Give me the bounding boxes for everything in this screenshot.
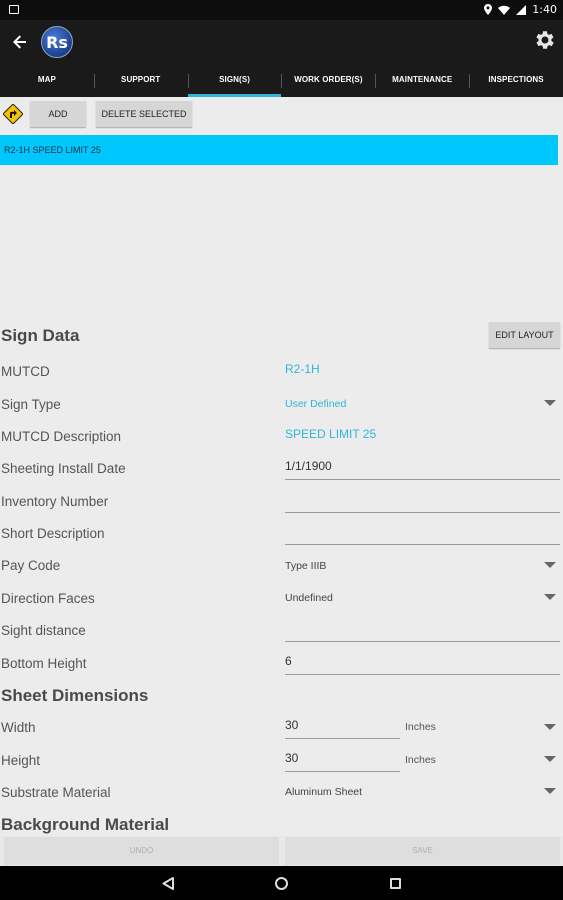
notification-image-icon bbox=[9, 5, 19, 14]
nav-back-icon[interactable] bbox=[162, 877, 174, 890]
gear-icon[interactable] bbox=[532, 28, 556, 52]
sheeting-install-date-underline bbox=[285, 479, 560, 480]
sign-type-label: Sign Type bbox=[1, 397, 61, 412]
app-logo: Rs bbox=[41, 26, 73, 58]
mutcd-label: MUTCD bbox=[1, 364, 50, 379]
direction-faces-select[interactable]: Undefined bbox=[285, 592, 333, 604]
sign-list-item[interactable]: R2-1H SPEED LIMIT 25 bbox=[0, 135, 558, 165]
chevron-down-icon[interactable] bbox=[544, 594, 556, 600]
bottom-height-underline bbox=[285, 674, 560, 675]
sight-distance-label: Sight distance bbox=[1, 623, 86, 638]
sign-type-select[interactable]: User Defined bbox=[285, 398, 346, 410]
height-field[interactable]: 30 bbox=[285, 751, 298, 765]
wifi-icon bbox=[498, 5, 511, 15]
app-bar: Rs bbox=[0, 20, 563, 65]
delete-selected-button[interactable]: DELETE SELECTED bbox=[96, 101, 192, 127]
sign-data-heading: Sign Data bbox=[1, 326, 80, 345]
pay-code-label: Pay Code bbox=[1, 558, 61, 573]
edit-layout-button[interactable]: EDIT LAYOUT bbox=[489, 322, 560, 348]
width-unit-select[interactable]: Inches bbox=[405, 721, 436, 733]
bottom-height-label: Bottom Height bbox=[1, 656, 87, 671]
bottom-action-bar: UNDO SAVE bbox=[0, 836, 563, 866]
sign-list-item-label: R2-1H SPEED LIMIT 25 bbox=[4, 145, 101, 155]
background-material-heading: Background Material bbox=[1, 815, 170, 834]
status-bar: 1:40 bbox=[0, 0, 563, 20]
chevron-down-icon[interactable] bbox=[544, 400, 556, 406]
status-icons: 1:40 bbox=[484, 3, 557, 16]
width-underline bbox=[285, 738, 400, 739]
tab-bar: MAP SUPPORT SIGN(S) WORK ORDER(S) MAINTE… bbox=[0, 65, 563, 97]
chevron-down-icon[interactable] bbox=[544, 756, 556, 762]
chevron-down-icon[interactable] bbox=[544, 562, 556, 568]
location-icon bbox=[484, 4, 493, 15]
signal-icon bbox=[516, 4, 527, 15]
tab-work-orders[interactable]: WORK ORDER(S) bbox=[281, 65, 375, 97]
sheeting-install-date-label: Sheeting Install Date bbox=[1, 461, 126, 476]
mutcd-value[interactable]: R2-1H bbox=[285, 362, 320, 376]
mutcd-description-value[interactable]: SPEED LIMIT 25 bbox=[285, 427, 376, 441]
direction-faces-label: Direction Faces bbox=[1, 591, 95, 606]
system-nav-bar bbox=[0, 866, 563, 900]
height-underline bbox=[285, 771, 400, 772]
mutcd-description-label: MUTCD Description bbox=[1, 429, 122, 444]
pay-code-select[interactable]: Type IIIB bbox=[285, 560, 326, 572]
sign-toolbar: ADD DELETE SELECTED bbox=[0, 101, 563, 127]
sheeting-install-date-field[interactable]: 1/1/1900 bbox=[285, 459, 332, 473]
inventory-number-underline bbox=[285, 512, 560, 513]
height-unit-select[interactable]: Inches bbox=[405, 754, 436, 766]
add-button[interactable]: ADD bbox=[30, 101, 86, 127]
tab-signs[interactable]: SIGN(S) bbox=[187, 65, 282, 97]
substrate-material-label: Substrate Material bbox=[1, 785, 111, 800]
bottom-height-field[interactable]: 6 bbox=[285, 654, 292, 668]
undo-button[interactable]: UNDO bbox=[4, 837, 279, 865]
tab-map[interactable]: MAP bbox=[0, 65, 94, 97]
inventory-number-label: Inventory Number bbox=[1, 494, 109, 509]
substrate-material-select[interactable]: Aluminum Sheet bbox=[285, 786, 362, 798]
nav-home-icon[interactable] bbox=[275, 877, 288, 890]
warning-sign-icon bbox=[3, 104, 23, 124]
chevron-down-icon[interactable] bbox=[544, 724, 556, 730]
height-label: Height bbox=[1, 753, 41, 768]
nav-recents-icon[interactable] bbox=[390, 878, 401, 889]
sight-distance-underline bbox=[285, 641, 560, 642]
save-button[interactable]: SAVE bbox=[285, 837, 560, 865]
width-field[interactable]: 30 bbox=[285, 718, 298, 732]
short-description-label: Short Description bbox=[1, 526, 105, 541]
back-arrow-icon[interactable] bbox=[10, 32, 30, 52]
sheet-dimensions-heading: Sheet Dimensions bbox=[1, 686, 149, 705]
status-time: 1:40 bbox=[532, 3, 557, 16]
width-label: Width bbox=[1, 720, 36, 735]
tab-maintenance[interactable]: MAINTENANCE bbox=[375, 65, 469, 97]
tab-inspections[interactable]: INSPECTIONS bbox=[469, 65, 563, 97]
chevron-down-icon[interactable] bbox=[544, 788, 556, 794]
short-description-underline bbox=[285, 544, 560, 545]
tab-support[interactable]: SUPPORT bbox=[93, 65, 188, 97]
